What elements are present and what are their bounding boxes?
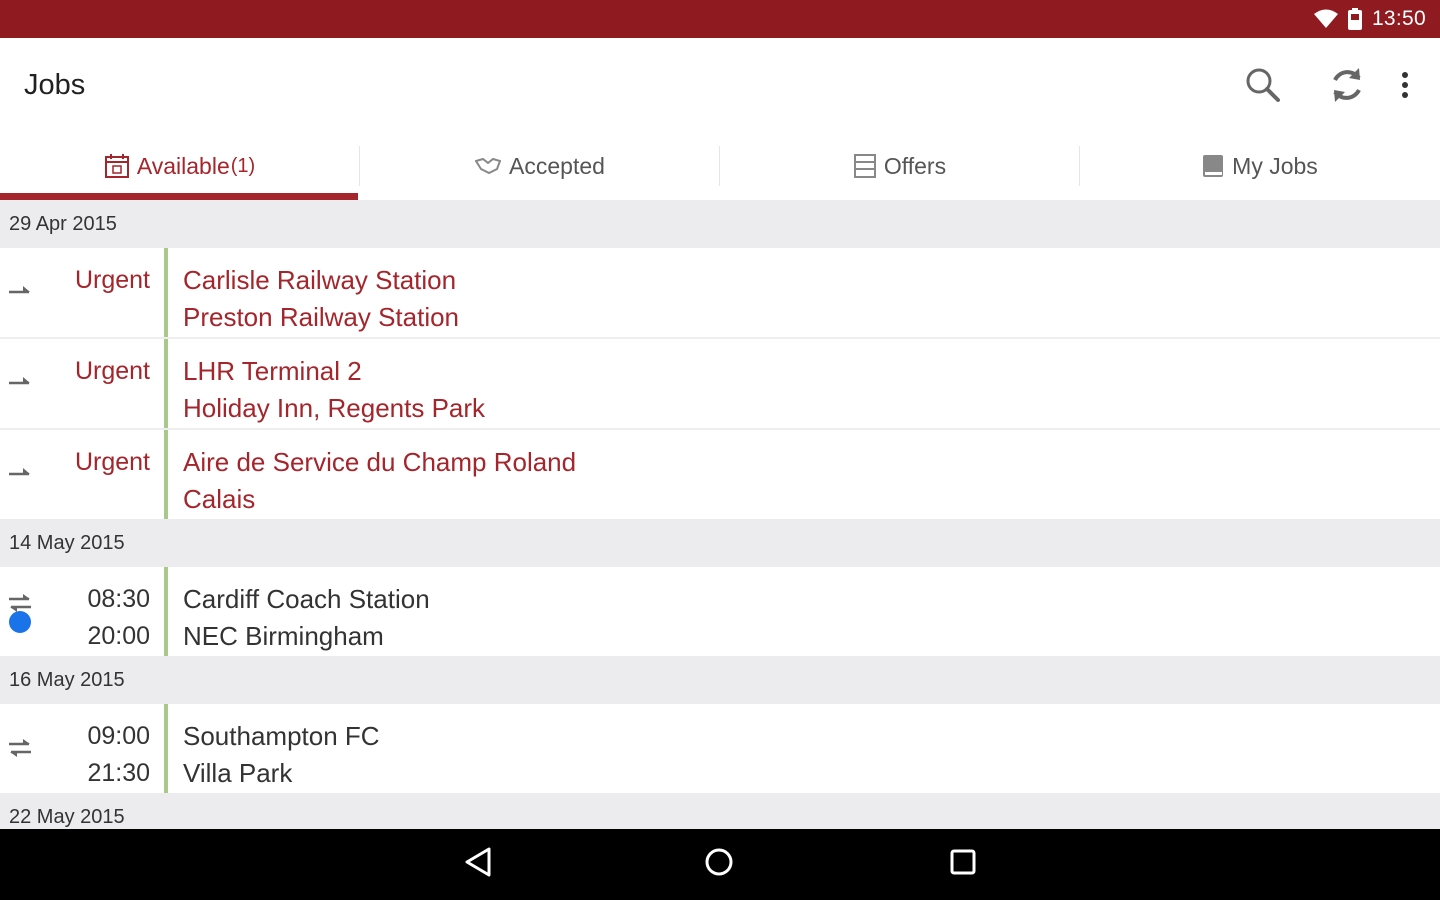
- job-from: Carlisle Railway Station: [183, 265, 457, 295]
- job-to: Preston Railway Station: [183, 302, 460, 332]
- tab-accepted-label: Accepted: [509, 152, 605, 179]
- job-row[interactable]: Urgent Aire de Service du Champ Roland C…: [0, 430, 1440, 519]
- list-icon: [853, 154, 876, 178]
- search-icon: [1245, 67, 1281, 108]
- tab-available[interactable]: Available (1): [0, 132, 360, 200]
- row-divider: [164, 248, 168, 337]
- app-bar: Jobs: [0, 38, 1440, 132]
- one-way-arrow-icon: [7, 373, 33, 393]
- tab-my-jobs-label: My Jobs: [1232, 152, 1318, 179]
- return-arrow-icon: [7, 593, 33, 613]
- return-arrow-icon: [7, 738, 33, 758]
- job-time-bottom: 21:30: [87, 759, 150, 787]
- page-title: Jobs: [24, 69, 86, 101]
- job-time: Urgent: [75, 262, 150, 299]
- date-header: 22 May 2015: [0, 793, 1440, 829]
- job-time-top: Urgent: [74, 266, 150, 294]
- job-to: NEC Birmingham: [183, 621, 384, 651]
- row-divider: [164, 704, 168, 793]
- job-time-top: Urgent: [74, 357, 150, 385]
- job-from: Southampton FC: [183, 721, 380, 751]
- more-options-button[interactable]: [1390, 62, 1420, 112]
- system-nav-bar: [0, 829, 1440, 900]
- more-vert-icon: [1401, 71, 1409, 104]
- battery-icon: [1347, 8, 1362, 30]
- one-way-arrow-icon: [7, 282, 33, 302]
- tab-my-jobs[interactable]: My Jobs: [1080, 132, 1440, 200]
- job-locations: LHR Terminal 2 Holiday Inn, Regents Park: [183, 353, 485, 427]
- calendar-icon: [104, 154, 129, 178]
- jobs-list[interactable]: 29 Apr 2015 Urgent Carlisle Railway Stat…: [0, 200, 1440, 829]
- new-job-indicator: [9, 611, 31, 633]
- app-bar-actions: [1238, 62, 1420, 112]
- tab-available-label: Available: [136, 152, 230, 179]
- status-bar: 13:50: [0, 0, 1440, 38]
- job-row[interactable]: Urgent LHR Terminal 2 Holiday Inn, Regen…: [0, 339, 1440, 430]
- sync-icon: [1329, 66, 1365, 109]
- job-locations: Carlisle Railway Station Preston Railway…: [183, 262, 459, 336]
- tab-bar: Available (1) Accepted Offers My Jobs: [0, 132, 1440, 200]
- row-divider: [164, 430, 168, 519]
- recents-button[interactable]: [933, 834, 993, 894]
- job-row[interactable]: 09:00 21:30 Southampton FC Villa Park: [0, 704, 1440, 793]
- job-time: 08:30 20:00: [87, 581, 150, 655]
- job-time-bottom: 20:00: [87, 622, 150, 650]
- job-from: LHR Terminal 2: [183, 356, 362, 386]
- job-from: Cardiff Coach Station: [183, 584, 430, 614]
- back-button[interactable]: [448, 834, 508, 894]
- book-icon: [1202, 154, 1224, 178]
- job-time: Urgent: [75, 444, 150, 481]
- tab-available-count: (1): [230, 154, 256, 177]
- job-to: Holiday Inn, Regents Park: [183, 393, 486, 423]
- date-header: 16 May 2015: [0, 656, 1440, 704]
- wifi-icon: [1313, 9, 1338, 29]
- home-icon: [704, 847, 734, 882]
- date-header: 14 May 2015: [0, 519, 1440, 567]
- job-locations: Cardiff Coach Station NEC Birmingham: [183, 581, 430, 655]
- one-way-arrow-icon: [7, 464, 33, 484]
- job-row[interactable]: Urgent Carlisle Railway Station Preston …: [0, 248, 1440, 339]
- row-divider: [164, 567, 168, 656]
- handshake-icon: [475, 157, 502, 175]
- job-time-top: Urgent: [74, 448, 150, 476]
- date-header: 29 Apr 2015: [0, 200, 1440, 248]
- tab-offers[interactable]: Offers: [720, 132, 1080, 200]
- back-icon: [463, 846, 493, 883]
- job-to: Calais: [183, 484, 256, 514]
- search-button[interactable]: [1238, 62, 1288, 112]
- job-time-top: 08:30: [87, 585, 150, 613]
- job-time-top: 09:00: [87, 722, 150, 750]
- job-locations: Southampton FC Villa Park: [183, 718, 380, 792]
- job-time: Urgent: [75, 353, 150, 390]
- sync-button[interactable]: [1322, 62, 1372, 112]
- job-from: Aire de Service du Champ Roland: [183, 447, 577, 477]
- tab-offers-label: Offers: [883, 152, 947, 179]
- job-locations: Aire de Service du Champ Roland Calais: [183, 444, 576, 518]
- row-divider: [164, 339, 168, 428]
- job-time: 09:00 21:30: [87, 718, 150, 792]
- job-row[interactable]: 08:30 20:00 Cardiff Coach Station NEC Bi…: [0, 567, 1440, 656]
- job-to: Villa Park: [183, 758, 293, 788]
- recents-icon: [949, 848, 977, 881]
- home-button[interactable]: [689, 834, 749, 894]
- status-clock: 13:50: [1371, 7, 1426, 30]
- tab-accepted[interactable]: Accepted: [360, 132, 720, 200]
